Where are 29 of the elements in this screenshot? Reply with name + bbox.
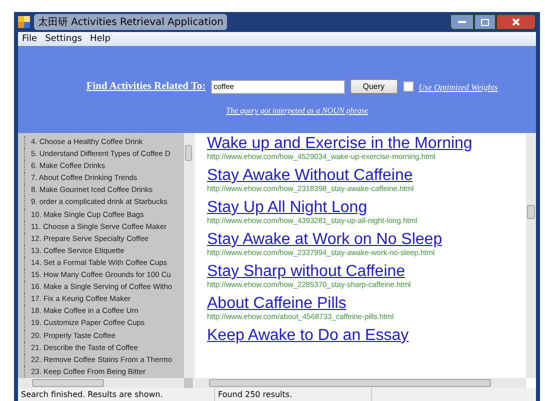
query-button[interactable]: Query xyxy=(350,79,398,94)
app-icon xyxy=(18,16,30,28)
vertical-scrollbar[interactable] xyxy=(526,133,536,378)
search-label: Find Activities Related To: xyxy=(86,81,206,92)
result-link[interactable]: Stay Up All Night Long xyxy=(207,199,526,216)
result-link[interactable]: Keep Awake to Do an Essay xyxy=(207,327,526,344)
maximize-icon xyxy=(481,18,489,26)
menu-item[interactable]: File xyxy=(22,34,38,44)
status-text: Found 250 results. xyxy=(215,388,372,401)
minimize-button[interactable] xyxy=(450,14,474,30)
maximize-button[interactable] xyxy=(474,14,496,30)
result-link[interactable]: Stay Awake Without Caffeine xyxy=(207,167,526,184)
optimized-weights-checkbox[interactable] xyxy=(402,81,414,92)
horizontal-scrollbar[interactable] xyxy=(18,378,184,388)
window-title: 太田研 Activities Retrieval Application xyxy=(34,14,228,30)
result-link[interactable]: About Caffeine Pills xyxy=(207,295,526,312)
menu-item[interactable]: Help xyxy=(90,34,111,44)
result-link[interactable]: Stay Sharp without Caffeine xyxy=(207,263,526,280)
result-link[interactable]: Stay Awake at Work on No Sleep xyxy=(207,231,526,248)
horizontal-scrollbar[interactable] xyxy=(195,378,526,388)
close-button[interactable] xyxy=(496,14,536,30)
status-text: Search finished. Results are shown. xyxy=(18,388,215,401)
close-icon xyxy=(512,18,520,26)
result-link[interactable]: Wake up and Exercise in the Morning xyxy=(207,135,526,152)
menu-item[interactable]: Settings xyxy=(45,34,82,44)
vertical-scrollbar[interactable] xyxy=(184,133,193,378)
minimize-icon xyxy=(458,20,466,24)
optimized-weights-link[interactable]: Use Optimized Weights xyxy=(418,82,498,92)
interpretation-link[interactable]: The query got interpeted as a NOUN phrase xyxy=(226,106,368,115)
